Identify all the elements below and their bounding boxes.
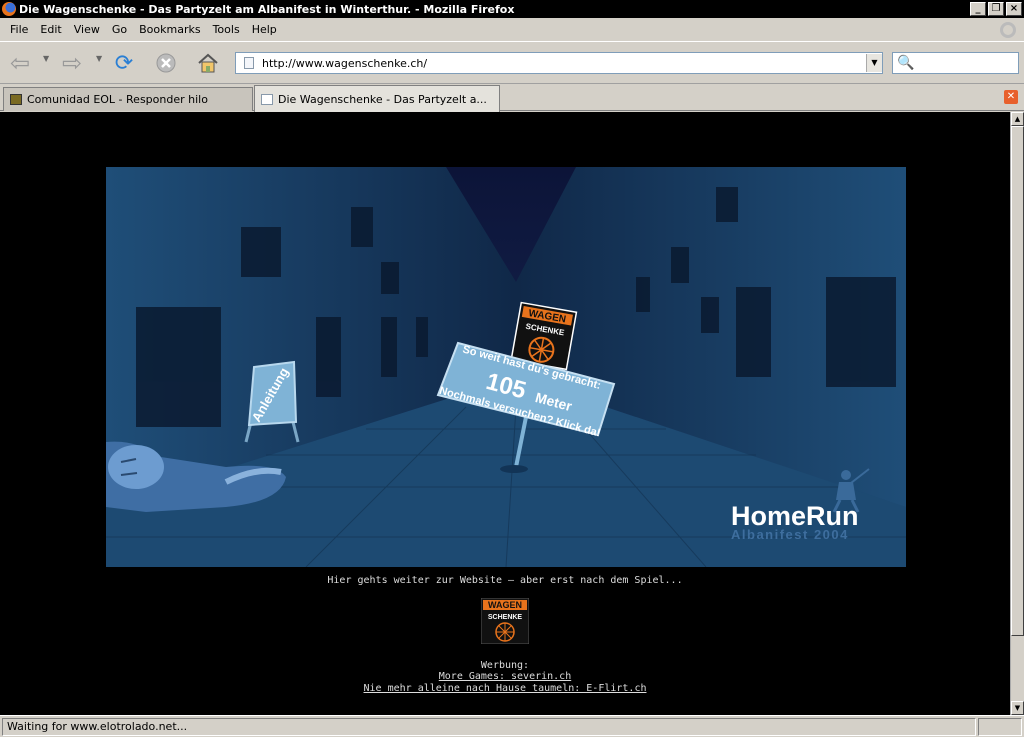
page-content: Anleitung WAGEN SCHENKE So weit hast du'… [0,112,1010,715]
flash-game[interactable]: Anleitung WAGEN SCHENKE So weit hast du'… [106,167,906,567]
minimize-button[interactable]: _ [970,2,986,16]
ads-label: Werbung: [480,660,530,671]
status-bar: Waiting for www.elotrolado.net... [0,715,1024,737]
restore-button[interactable]: ❐ [988,2,1004,16]
scroll-thumb[interactable] [1011,126,1024,636]
vertical-scrollbar[interactable]: ▲ ▼ [1010,112,1024,715]
close-window-button[interactable]: × [1006,2,1022,16]
search-engine-icon[interactable]: 🔍 [897,55,914,71]
home-button[interactable] [194,49,222,77]
menu-edit[interactable]: Edit [34,23,67,36]
wagenschenke-logo-button[interactable]: WAGEN SCHENKE [480,597,530,645]
url-input[interactable] [262,54,866,72]
menu-tools[interactable]: Tools [207,23,246,36]
url-history-dropdown[interactable]: ▼ [866,54,882,72]
homerun-subtitle: Albanifest 2004 [731,527,849,542]
scroll-up-button[interactable]: ▲ [1011,112,1024,126]
tab-label: Comunidad EOL - Responder hilo [27,93,208,106]
forward-button[interactable]: ⇨ [58,49,86,77]
back-history-dropdown[interactable]: ▼ [43,54,49,63]
window-titlebar: Die Wagenschenke - Das Partyzelt am Alba… [0,0,1024,18]
stop-button[interactable] [152,49,180,77]
firefox-icon [2,2,16,16]
throbber-icon [1000,21,1016,38]
menu-help[interactable]: Help [246,23,283,36]
forward-history-dropdown[interactable]: ▼ [96,54,102,63]
page-icon [244,57,254,69]
status-panel [978,717,1022,736]
window-title: Die Wagenschenke - Das Partyzelt am Alba… [19,2,515,16]
close-tab-button[interactable]: ✕ [1004,90,1018,104]
continue-link[interactable]: Hier gehts weiter zur Website – aber ers… [0,575,1010,586]
reload-button[interactable]: ⟳ [110,49,138,77]
url-bar[interactable]: ▼ [235,52,883,74]
more-games-link[interactable]: More Games: severin.ch [0,671,1010,683]
page-footer: Hier gehts weiter zur Website – aber ers… [0,570,1010,695]
navigation-toolbar: ⇦ ▼ ⇨ ▼ ⟳ ▼ 🔍 [0,41,1024,84]
tab-comunidad-eol[interactable]: Comunidad EOL - Responder hilo [3,87,253,111]
back-button[interactable]: ⇦ [6,49,34,77]
game-scene: Anleitung WAGEN SCHENKE So weit hast du'… [106,167,906,567]
menu-view[interactable]: View [68,23,106,36]
home-icon [198,53,218,73]
page-favicon-icon [261,93,273,105]
eflirt-link[interactable]: Nie mehr alleine nach Hause taumeln: E-F… [0,683,1010,695]
tab-label: Die Wagenschenke - Das Partyzelt a... [278,92,487,106]
svg-text:SCHENKE: SCHENKE [488,614,523,621]
eol-favicon-icon [10,94,22,105]
stop-icon [156,53,176,73]
menu-bar: File Edit View Go Bookmarks Tools Help [0,18,1024,41]
tab-bar: Comunidad EOL - Responder hilo Die Wagen… [0,84,1024,112]
svg-text:WAGEN: WAGEN [488,600,522,610]
menu-bookmarks[interactable]: Bookmarks [133,23,206,36]
menu-file[interactable]: File [4,23,34,36]
search-box[interactable]: 🔍 [892,52,1019,74]
tab-wagenschenke[interactable]: Die Wagenschenke - Das Partyzelt a... [254,85,500,112]
menu-go[interactable]: Go [106,23,133,36]
scroll-down-button[interactable]: ▼ [1011,701,1024,715]
wagenschenke-logo-icon: WAGEN SCHENKE [480,597,530,645]
status-text: Waiting for www.elotrolado.net... [2,717,976,736]
